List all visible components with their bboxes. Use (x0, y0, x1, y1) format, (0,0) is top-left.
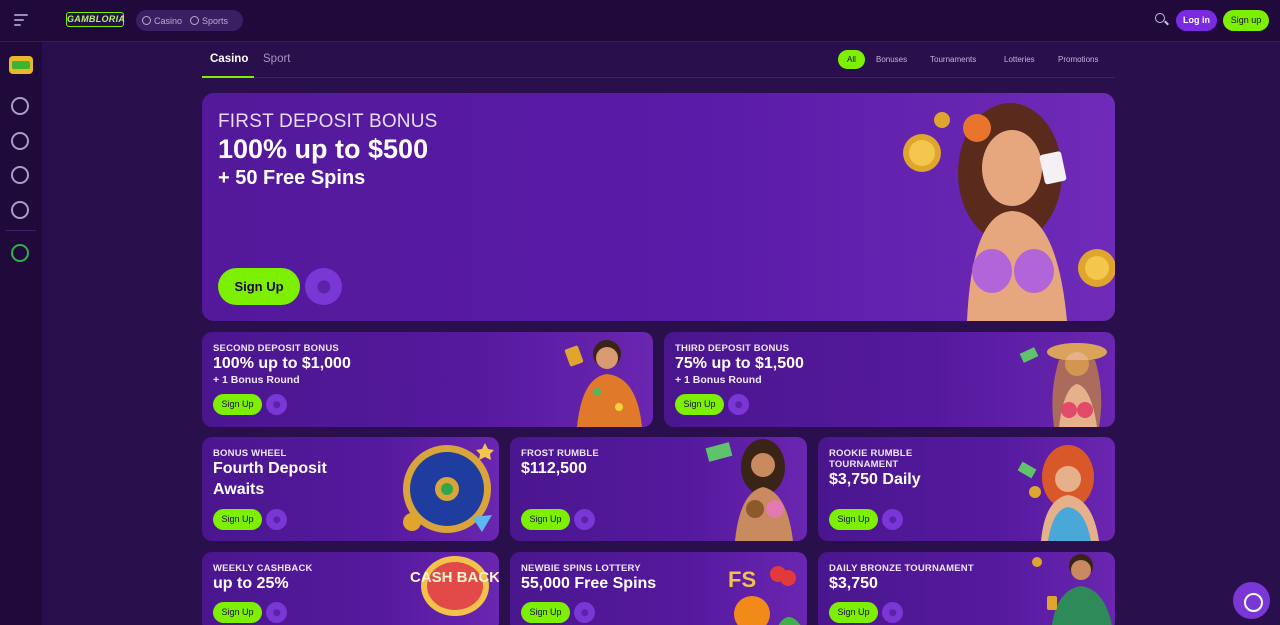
hero-banner: FIRST DEPOSIT BONUS 100% up to $500 + 50… (202, 93, 1115, 321)
card-subline: + 1 Bonus Round (675, 374, 762, 386)
card-character-illustration (705, 439, 793, 541)
globe-icon[interactable] (11, 244, 29, 262)
card-headline: Fourth Deposit Awaits (213, 460, 327, 498)
card-signup-button[interactable]: Sign Up (521, 509, 570, 530)
info-icon[interactable] (266, 394, 287, 415)
support-icon[interactable] (1233, 582, 1270, 619)
switch-sports-label: Sports (202, 15, 229, 26)
filter-tournaments[interactable]: Tournaments (930, 55, 976, 64)
card-headline: 100% up to $1,000 (213, 355, 351, 372)
promo-card-weekly-cashback: WEEKLY CASHBACK up to 25% Sign Up CASH B… (202, 552, 499, 625)
rugby-icon[interactable] (11, 201, 29, 219)
info-icon[interactable] (574, 509, 595, 530)
cashback-illustration: CASH BACK (410, 556, 499, 616)
card-signup-button[interactable]: Sign Up (213, 509, 262, 530)
card-character-illustration (1032, 554, 1112, 625)
active-tab-indicator (202, 76, 254, 78)
filter-lotteries[interactable]: Lotteries (1004, 55, 1035, 64)
card-signup-button[interactable]: Sign Up (675, 394, 724, 415)
promo-card-frost-rumble: FROST RUMBLE $112,500 Sign Up (510, 437, 807, 541)
free-spins-art-text: FS (728, 567, 756, 592)
card-signup-button[interactable]: Sign Up (829, 509, 878, 530)
hero-character-illustration (903, 103, 1115, 321)
promo-card-second-deposit: SECOND DEPOSIT BONUS 100% up to $1,000 +… (202, 332, 653, 427)
info-icon[interactable] (728, 394, 749, 415)
switch-casino-label: Casino (154, 15, 183, 26)
bonus-wheel-illustration (403, 443, 494, 533)
tab-sport[interactable]: Sport (263, 53, 291, 65)
menu-icon[interactable] (14, 14, 28, 26)
card-headline: $3,750 Daily (829, 471, 921, 488)
card-headline: $3,750 (829, 575, 878, 592)
search-icon[interactable] (1155, 13, 1169, 27)
sidebar-divider (6, 230, 36, 231)
info-icon[interactable] (574, 602, 595, 623)
cashback-art-text: CASH BACK (410, 569, 499, 586)
card-headline: up to 25% (213, 575, 289, 592)
info-icon[interactable] (266, 602, 287, 623)
hero-subtitle: FIRST DEPOSIT BONUS (218, 111, 438, 132)
switch-casino[interactable]: Casino (142, 16, 182, 26)
filter-promotions[interactable]: Promotions (1058, 55, 1098, 64)
promo-card-newbie-spins: NEWBIE SPINS LOTTERY 55,000 Free Spins S… (510, 552, 807, 625)
info-icon[interactable] (882, 509, 903, 530)
card-subline: + 1 Bonus Round (213, 374, 300, 386)
card-signup-button[interactable]: Sign Up (521, 602, 570, 623)
hero-signup-button[interactable]: Sign Up (218, 268, 300, 305)
promo-card-bonus-wheel: BONUS WHEEL Fourth Deposit Awaits Sign U… (202, 437, 499, 541)
card-character-illustration (1017, 445, 1099, 541)
promo-card-daily-bronze: DAILY BRONZE TOURNAMENT $3,750 Sign Up (818, 552, 1115, 625)
card-headline: 55,000 Free Spins (521, 575, 657, 592)
promo-card-third-deposit: THIRD DEPOSIT BONUS 75% up to $1,500 + 1… (664, 332, 1115, 427)
football-icon[interactable] (11, 97, 29, 115)
top-bar: GAMBLORIA Casino Sports Log in Sign up (0, 0, 1280, 42)
hero-title: 100% up to $500 (218, 134, 429, 164)
sports-icon (190, 16, 200, 25)
info-icon[interactable] (266, 509, 287, 530)
card-signup-button[interactable]: Sign Up (829, 602, 878, 623)
slot-machine-icon[interactable] (9, 56, 33, 74)
login-button[interactable]: Log in (1176, 10, 1217, 31)
card-character-illustration (1019, 343, 1107, 427)
info-icon[interactable] (305, 268, 342, 305)
filter-bonuses[interactable]: Bonuses (876, 55, 907, 64)
card-signup-button[interactable]: Sign Up (213, 394, 262, 415)
info-icon[interactable] (882, 602, 903, 623)
promo-card-rookie-rumble: ROOKIE RUMBLE TOURNAMENT $3,750 Daily Si… (818, 437, 1115, 541)
card-title: ROOKIE RUMBLE TOURNAMENT (829, 448, 913, 470)
casino-sports-switch: Casino Sports (136, 10, 243, 31)
sidebar (0, 42, 42, 625)
logo[interactable]: GAMBLORIA (66, 12, 125, 27)
fruit-slot-illustration: FS (728, 566, 801, 625)
casino-icon (142, 16, 151, 25)
live-icon[interactable] (11, 132, 29, 150)
card-character-illustration (564, 340, 642, 427)
tab-casino[interactable]: Casino (210, 53, 248, 65)
filter-all[interactable]: All (838, 50, 865, 69)
card-headline: $112,500 (521, 460, 587, 477)
signup-button[interactable]: Sign up (1223, 10, 1269, 31)
volleyball-icon[interactable] (11, 166, 29, 184)
card-signup-button[interactable]: Sign Up (213, 602, 262, 623)
switch-sports[interactable]: Sports (190, 16, 228, 26)
card-headline: 75% up to $1,500 (675, 355, 804, 372)
promo-tabs: Casino Sport All Bonuses Tournaments Lot… (202, 44, 1115, 78)
hero-free-spins: + 50 Free Spins (218, 167, 366, 189)
